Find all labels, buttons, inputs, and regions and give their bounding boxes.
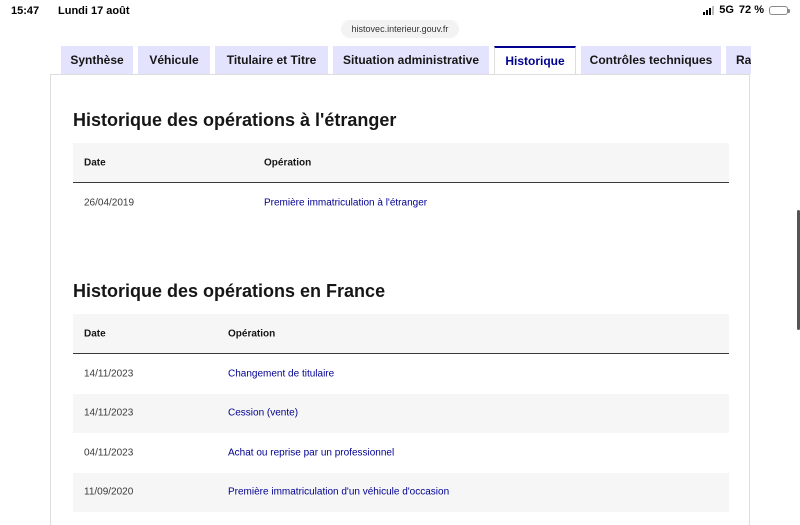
tab-synthese[interactable]: Synthèse <box>61 46 133 74</box>
row-date: 04/11/2023 <box>84 447 134 459</box>
table-row: 14/11/2023 Cession (vente) <box>73 393 729 433</box>
row-date: 26/04/2019 <box>84 197 135 209</box>
row-operation-link[interactable]: Achat ou reprise par un professionnel <box>228 447 394 458</box>
tab-controles-techniques[interactable]: Contrôles techniques <box>581 46 721 74</box>
table-row: 11/09/2020 Première immatriculation d'un… <box>73 472 729 512</box>
tab-historique[interactable]: Historique <box>494 46 576 74</box>
table-header: Date Opération <box>73 143 729 183</box>
status-bar: 15:47 Lundi 17 août 5G 72 % <box>0 0 800 22</box>
battery-percent: 72 % <box>738 4 764 16</box>
status-indicators: 5G 72 % <box>703 4 790 16</box>
tab-titulaire-titre[interactable]: Titulaire et Titre <box>215 46 328 74</box>
tab-rapport[interactable]: Rapport <box>726 46 751 74</box>
status-date: Lundi 17 août <box>58 5 130 17</box>
cellular-signal-icon <box>703 5 715 15</box>
column-header-date: Date <box>84 328 106 339</box>
table-row: 26/04/2019 Première immatriculation à l'… <box>73 183 729 223</box>
row-operation-link[interactable]: Première immatriculation d'un véhicule d… <box>228 487 449 498</box>
column-header-operation: Opération <box>264 157 312 168</box>
network-label: 5G <box>719 4 734 16</box>
status-time: 15:47 <box>11 5 40 17</box>
tab-bar: Synthèse Véhicule Titulaire et Titre Sit… <box>61 46 751 74</box>
historique-panel: Historique des opérations à l'étranger D… <box>50 74 750 525</box>
tab-vehicule[interactable]: Véhicule <box>138 46 210 74</box>
row-date: 14/11/2023 <box>84 368 134 380</box>
battery-icon <box>769 5 790 15</box>
foreign-history-table: Date Opération 26/04/2019 Première immat… <box>73 143 729 223</box>
table-row: 04/11/2023 Achat ou reprise par un profe… <box>73 433 729 473</box>
column-header-date: Date <box>84 157 106 168</box>
table-row: 14/11/2023 Changement de titulaire <box>73 354 729 394</box>
row-operation-link[interactable]: Cession (vente) <box>228 408 298 419</box>
url-text: histovec.interieur.gouv.fr <box>351 24 449 34</box>
france-history-title: Historique des opérations en France <box>73 281 386 301</box>
url-bar[interactable]: histovec.interieur.gouv.fr <box>341 20 459 38</box>
table-header: Date Opération <box>73 314 729 354</box>
row-date: 11/09/2020 <box>84 486 134 498</box>
row-date: 14/11/2023 <box>84 407 134 419</box>
row-operation-link[interactable]: Première immatriculation à l'étranger <box>264 197 427 208</box>
tab-situation-administrative[interactable]: Situation administrative <box>333 46 489 74</box>
france-history-table: Date Opération 14/11/2023 Changement de … <box>73 314 729 512</box>
row-operation-link[interactable]: Changement de titulaire <box>228 368 334 379</box>
column-header-operation: Opération <box>228 328 276 339</box>
foreign-history-title: Historique des opérations à l'étranger <box>73 110 397 130</box>
